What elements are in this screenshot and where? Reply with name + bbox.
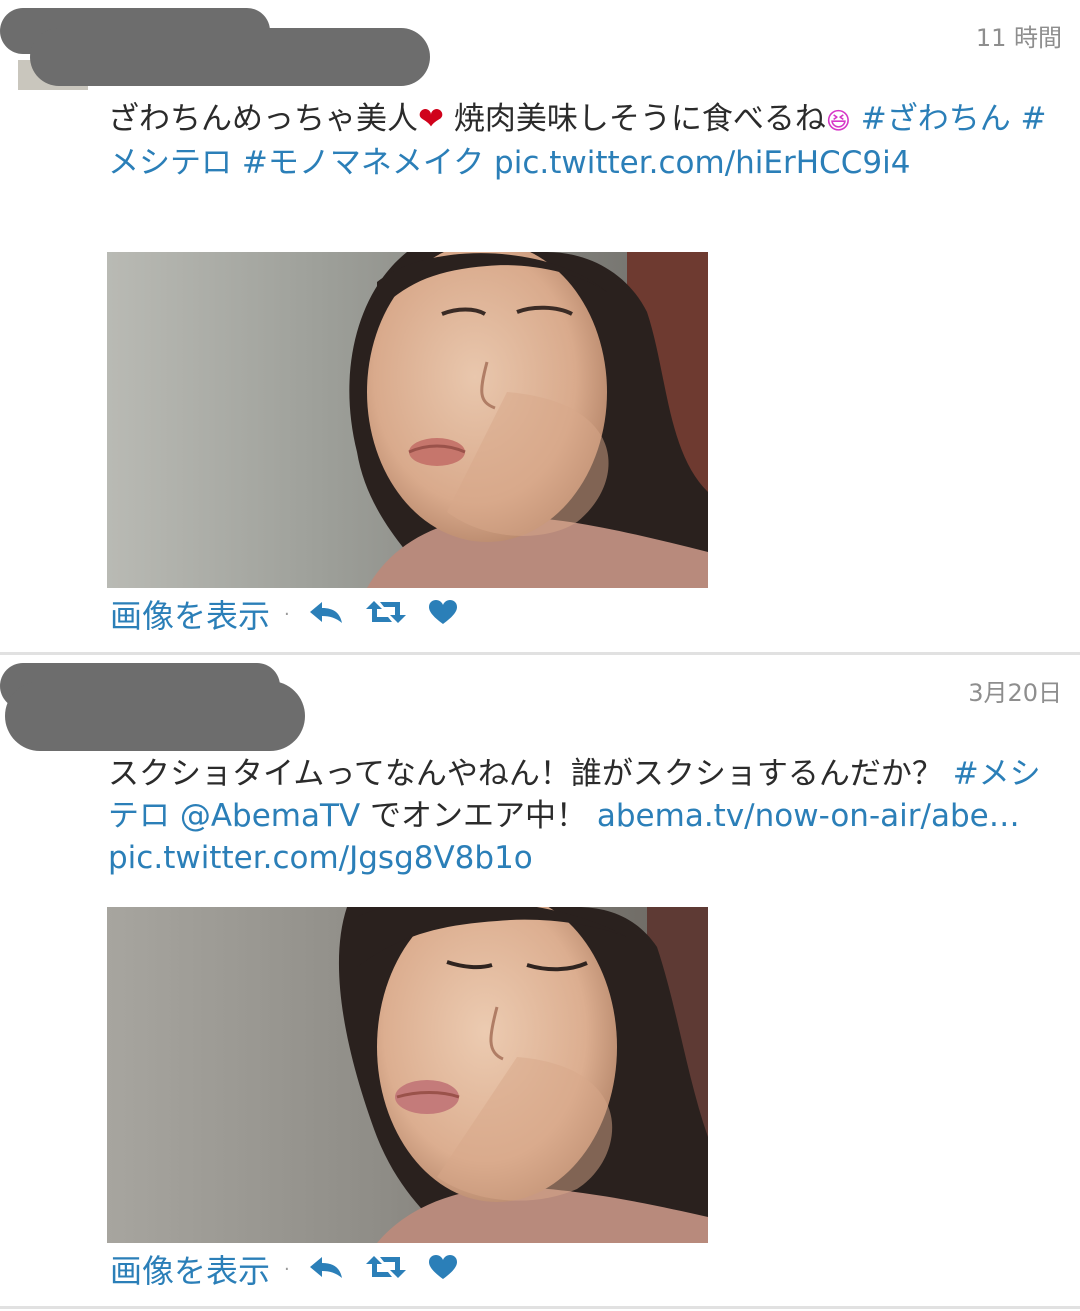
redacted-username: [5, 681, 305, 751]
tweet-text-segment: でオンエア中！: [360, 798, 597, 834]
view-image-link[interactable]: 画像を表示: [110, 1246, 270, 1292]
tweet-text-segment: ざわちんめっちゃ美人: [108, 101, 418, 137]
photo-placeholder: [107, 252, 708, 588]
view-image-link[interactable]: 画像を表示: [110, 591, 270, 637]
tweet-divider: [0, 1306, 1080, 1309]
tweet-actions: 画像を表示 ·: [110, 1246, 480, 1292]
photo-placeholder: [107, 907, 708, 1243]
tweet-text: スクショタイムってなんやねん！誰がスクショするんだか？ #メシテロ @Abema…: [108, 753, 1048, 879]
tweet-text-segment: スクショタイムってなんやねん！誰がスクショするんだか？: [108, 756, 953, 792]
reply-icon[interactable]: [308, 599, 344, 629]
grinning-emoji-icon: 😆: [825, 107, 851, 135]
tweet-text-segment: 焼肉美味しそうに食べるね: [443, 101, 826, 137]
tweet-photo[interactable]: [107, 252, 708, 588]
tweet-text: ざわちんめっちゃ美人❤ 焼肉美味しそうに食べるね😆 #ざわちん #メシテロ #モ…: [108, 98, 1048, 184]
separator-dot: ·: [284, 1258, 290, 1280]
tweet-photo[interactable]: [107, 907, 708, 1243]
retweet-icon[interactable]: [365, 599, 406, 629]
tweet-actions: 画像を表示 ·: [110, 591, 480, 637]
tweet-timestamp: 3月20日: [968, 679, 1062, 707]
reply-icon[interactable]: [308, 1254, 344, 1284]
tweet[interactable]: 3月20日 スクショタイムってなんやねん！誰がスクショするんだか？ #メシテロ …: [0, 655, 1080, 1306]
separator-dot: ·: [284, 603, 290, 625]
redacted-username: [30, 28, 430, 86]
retweet-icon[interactable]: [365, 1254, 406, 1284]
tweet-timestamp: 11 時間: [975, 24, 1062, 52]
tweet[interactable]: 11 時間 ざわちんめっちゃ美人❤ 焼肉美味しそうに食べるね😆 #ざわちん #メ…: [0, 0, 1080, 652]
like-icon[interactable]: [428, 1254, 458, 1284]
heart-emoji-icon: ❤: [418, 101, 444, 137]
like-icon[interactable]: [428, 599, 458, 629]
